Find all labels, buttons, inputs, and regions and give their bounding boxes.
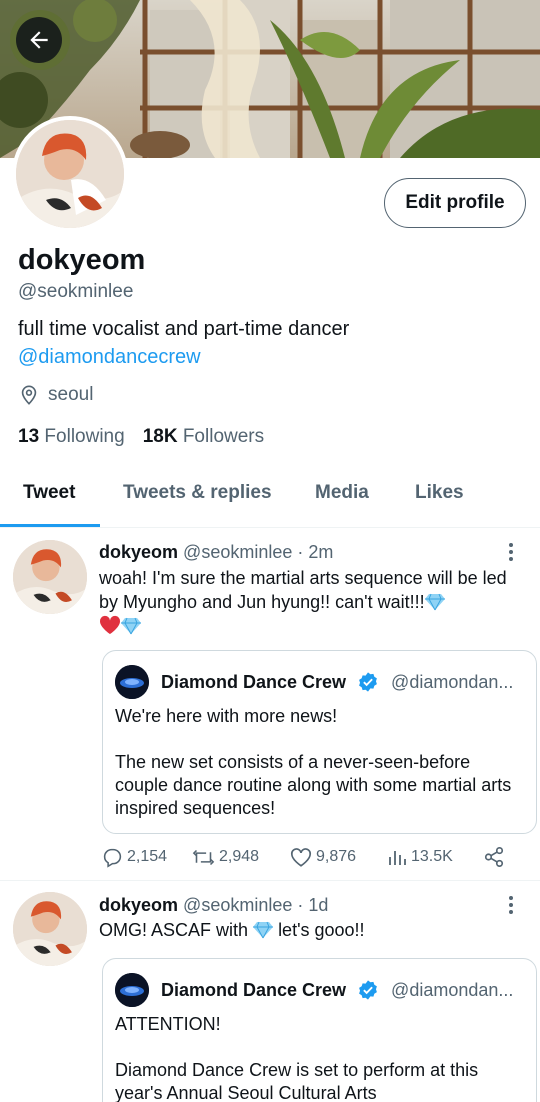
red-heart-emoji-icon	[99, 615, 121, 635]
quoted-avatar[interactable]	[115, 665, 149, 699]
tweet-actions: 2,154 2,948 9,876 13.5K	[99, 846, 519, 868]
tab-media[interactable]: Media	[315, 482, 369, 504]
share-icon	[484, 847, 504, 867]
quoted-avatar[interactable]	[115, 973, 149, 1007]
quoted-tweet[interactable]: Diamond Dance Crew @diamondan... We're h…	[102, 650, 537, 834]
tab-likes[interactable]: Likes	[415, 482, 464, 504]
follow-stats: 13 Following 18K Followers	[18, 426, 264, 448]
following-label: Following	[44, 426, 125, 447]
tweet-text: woah! I'm sure the martial arts sequence…	[99, 566, 519, 638]
quoted-author-handle: @diamondan...	[391, 671, 514, 692]
user-handle: @seokminlee	[18, 281, 134, 302]
heart-icon	[291, 847, 311, 867]
reply-icon	[103, 848, 122, 868]
profile-tabs: Tweet Tweets & replies Media Likes	[0, 468, 540, 528]
gem-emoji-icon	[424, 593, 445, 611]
bio-link[interactable]: @diamondancecrew	[18, 343, 518, 371]
gem-emoji-icon	[253, 921, 274, 939]
retweet-button[interactable]: 2,948	[192, 847, 259, 868]
location-text: seoul	[48, 384, 94, 405]
following-link[interactable]: 13 Following	[18, 426, 125, 448]
gem-emoji-icon	[121, 617, 141, 635]
more-vertical-icon[interactable]	[506, 896, 516, 918]
verified-badge-icon	[359, 672, 377, 692]
quoted-paragraph: ATTENTION!	[115, 1014, 221, 1034]
followers-label: Followers	[182, 426, 265, 447]
quoted-paragraph: Diamond Dance Crew is set to perform at …	[115, 1060, 479, 1102]
following-count: 13	[18, 426, 40, 447]
bio-text: full time vocalist and part-time dancer	[18, 318, 350, 340]
tab-tweets-replies[interactable]: Tweets & replies	[123, 482, 272, 504]
views-count: 13.5K	[411, 848, 453, 865]
tweet-text-line1: woah! I'm sure the martial arts sequence…	[99, 568, 478, 588]
display-name: dokyeom	[18, 244, 146, 276]
quoted-author-name: Diamond Dance Crew	[161, 671, 347, 692]
tweet-author-name[interactable]: dokyeom	[99, 542, 178, 562]
quoted-paragraph: We're here with more news!	[115, 706, 338, 726]
followers-link[interactable]: 18K Followers	[143, 426, 264, 448]
profile-avatar[interactable]	[12, 116, 128, 232]
quoted-tweet-header: Diamond Dance Crew @diamondan...	[115, 973, 513, 1007]
quoted-paragraph: The new set consists of a never-seen-bef…	[115, 752, 512, 818]
quoted-author-handle: @diamondan...	[391, 979, 514, 1000]
tweet-text: OMG! ASCAF with let's gooo!!	[99, 918, 519, 942]
arrow-left-icon	[30, 31, 48, 49]
tweet-1[interactable]: dokyeom @seokminlee · 2m woah! I'm sure …	[0, 528, 540, 880]
like-count: 9,876	[316, 848, 357, 865]
like-button[interactable]: 9,876	[290, 847, 356, 868]
share-button[interactable]	[483, 846, 505, 868]
more-vertical-icon[interactable]	[506, 543, 516, 565]
quoted-tweet-header: Diamond Dance Crew @diamondan...	[115, 665, 513, 699]
tweet-author-name[interactable]: dokyeom	[99, 895, 178, 915]
quoted-author-name: Diamond Dance Crew	[161, 979, 347, 1000]
verified-badge-icon	[359, 980, 377, 1000]
followers-count: 18K	[142, 426, 178, 447]
tweet-text-before: OMG! ASCAF with	[99, 920, 249, 940]
retweet-icon	[192, 849, 215, 865]
profile-location: seoul	[18, 384, 93, 406]
tweet-avatar[interactable]	[13, 540, 87, 614]
profile-bio: full time vocalist and part-time dancer …	[18, 315, 518, 371]
tweet-meta: @seokminlee · 2m	[183, 542, 334, 562]
tweet-2[interactable]: dokyeom @seokminlee · 1d OMG! ASCAF with…	[0, 881, 540, 1102]
tweet-text-after: let's gooo!!	[278, 920, 365, 940]
edit-profile-button[interactable]: Edit profile	[384, 178, 526, 228]
views-icon	[389, 851, 406, 865]
tweet-header: dokyeom @seokminlee · 1d	[99, 895, 328, 916]
location-pin-icon	[21, 385, 37, 405]
reply-button[interactable]: 2,154	[102, 847, 167, 868]
tab-tweet[interactable]: Tweet	[23, 482, 75, 504]
views-button[interactable]: 13.5K	[387, 847, 453, 867]
quoted-tweet-body: ATTENTION! Diamond Dance Crew is set to …	[115, 1013, 525, 1102]
tweet-avatar[interactable]	[13, 892, 87, 966]
tweet-header: dokyeom @seokminlee · 2m	[99, 542, 333, 563]
retweet-count: 2,948	[219, 848, 260, 865]
quoted-tweet[interactable]: Diamond Dance Crew @diamondan... ATTENTI…	[102, 958, 537, 1102]
reply-count: 2,154	[127, 848, 168, 865]
quoted-tweet-body: We're here with more news! The new set c…	[115, 705, 525, 833]
tweet-meta: @seokminlee · 1d	[183, 895, 329, 915]
back-button[interactable]	[16, 17, 62, 63]
